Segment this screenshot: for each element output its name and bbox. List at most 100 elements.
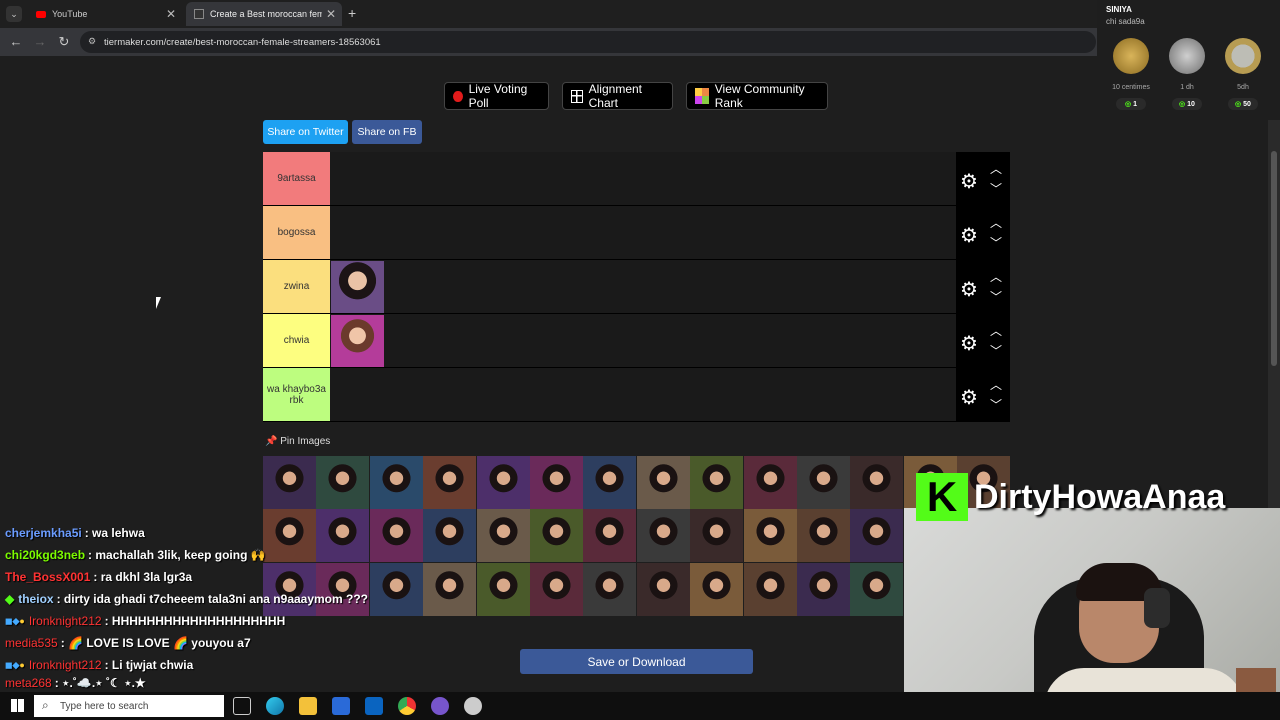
tier-controls: ⚙ ︿ ﹀ [956,260,1010,313]
gear-icon[interactable]: ⚙ [960,169,978,194]
pool-image[interactable] [636,509,690,563]
windows-icon[interactable] [11,699,24,712]
search-icon: ⌕ [42,698,49,712]
chevron-up-icon[interactable]: ︿ [990,376,1002,393]
pool-image[interactable] [369,456,423,509]
diamond-badge-icon: ◆ [5,592,15,606]
pool-image[interactable] [316,456,370,509]
tier-row: zwina ⚙ ︿ ﹀ [263,260,1010,314]
pool-image[interactable] [530,509,583,563]
coin-count-value: 50 [1243,100,1251,108]
tier-item-image[interactable] [331,315,384,367]
tab-youtube[interactable]: YouTube ✕ [28,2,182,26]
pool-image[interactable] [476,562,530,616]
pin-label: Pin Images [280,436,331,447]
pool-image[interactable] [743,562,797,616]
chevron-down-icon[interactable]: ﹀ [990,288,1002,305]
forward-icon[interactable]: → [28,34,52,49]
pool-image[interactable] [636,456,690,509]
chat-text: : machallah 3lik, keep going 🙌 [88,548,266,562]
pool-image[interactable] [530,456,583,509]
tier-label[interactable]: chwia [263,314,330,367]
pool-image[interactable] [797,509,850,563]
outlook-icon[interactable] [365,697,383,715]
close-icon[interactable]: ✕ [326,7,336,21]
chat-text: : Li tjwjat chwia [104,658,194,672]
app-icon[interactable] [464,697,482,715]
tab-tiermaker[interactable]: Create a Best moroccan female ✕ [186,2,342,26]
gear-icon[interactable]: ⚙ [960,331,978,356]
chevron-down-icon[interactable]: ﹀ [990,342,1002,359]
overlay-title: SINIYA [1106,5,1132,14]
pool-image[interactable] [476,456,530,509]
new-tab-button[interactable]: + [348,5,356,21]
chat-message: ◼◆● Ironknight212 : Li tjwjat chwia [0,654,380,676]
pool-image[interactable] [743,509,797,563]
task-view-icon[interactable] [233,697,251,715]
pool-image[interactable] [583,456,637,509]
live-voting-button[interactable]: Live Voting Poll [444,82,549,110]
url-field[interactable]: ⚙ tiermaker.com/create/best-moroccan-fem… [80,31,1096,53]
chevron-down-icon[interactable]: ﹀ [990,234,1002,251]
tier-label[interactable]: wa khaybo3a rbk [263,368,330,421]
chrome-icon[interactable] [398,697,416,715]
tier-item-image[interactable] [331,261,384,313]
reload-icon[interactable]: ↻ [52,34,76,50]
site-info-icon[interactable]: ⚙ [88,36,96,47]
chevron-down-icon[interactable]: ﹀ [990,180,1002,197]
obs-icon[interactable] [431,697,449,715]
chevron-up-icon[interactable]: ︿ [990,268,1002,285]
pool-image[interactable] [797,562,850,616]
chat-user: media535 [5,636,58,650]
pool-image[interactable] [263,456,316,509]
pool-image[interactable] [636,562,690,616]
pool-image[interactable] [797,456,850,509]
pool-image[interactable] [690,509,744,563]
address-bar-row: ← → ↻ ⚙ tiermaker.com/create/best-morocc… [0,28,1100,56]
pool-image[interactable] [423,456,477,509]
close-icon[interactable]: ✕ [166,7,176,21]
store-icon[interactable] [332,697,350,715]
pool-image[interactable] [530,562,583,616]
chat-text: : HHHHHHHHHHHHHHHHHHHH [104,614,286,628]
color-grid-icon [695,88,709,104]
chevron-up-icon[interactable]: ︿ [990,214,1002,231]
pool-image[interactable] [850,509,904,563]
pool-image[interactable] [423,509,477,563]
gear-icon[interactable]: ⚙ [960,277,978,302]
chevron-up-icon[interactable]: ︿ [990,160,1002,177]
tab-list-icon[interactable]: ⌄ [6,6,22,22]
pool-image[interactable] [583,562,637,616]
share-fb-button[interactable]: Share on FB [352,120,422,144]
tier-label[interactable]: bogossa [263,206,330,259]
chevron-up-icon[interactable]: ︿ [990,322,1002,339]
tier-row: wa khaybo3a rbk ⚙ ︿ ﹀ [263,368,1010,422]
gear-icon[interactable]: ⚙ [960,385,978,410]
share-twitter-button[interactable]: Share on Twitter [263,120,348,144]
pool-image[interactable] [850,456,904,509]
pool-image[interactable] [476,509,530,563]
scrollbar-thumb[interactable] [1271,151,1277,366]
chevron-down-icon[interactable]: ﹀ [990,396,1002,413]
pool-image[interactable] [743,456,797,509]
search-placeholder: Type here to search [60,700,149,712]
back-icon[interactable]: ← [4,34,28,49]
tier-label[interactable]: 9artassa [263,152,330,205]
community-rank-button[interactable]: View Community Rank [686,82,828,110]
tier-controls: ⚙ ︿ ﹀ [956,152,1010,205]
gear-icon[interactable]: ⚙ [960,223,978,248]
pool-image[interactable] [423,562,477,616]
chat-user: The_BossX001 [5,570,91,584]
alignment-chart-button[interactable]: Alignment Chart [562,82,673,110]
tier-label[interactable]: zwina [263,260,330,313]
edge-icon[interactable] [266,697,284,715]
pool-image[interactable] [583,509,637,563]
save-download-button[interactable]: Save or Download [520,649,753,674]
pool-image[interactable] [690,562,744,616]
pool-image[interactable] [690,456,744,509]
pool-image[interactable] [850,562,904,616]
taskbar-search[interactable]: ⌕ Type here to search [34,695,224,717]
pin-images-toggle[interactable]: 📌 Pin Images [265,436,330,447]
file-explorer-icon[interactable] [299,697,317,715]
tier-controls: ⚙ ︿ ﹀ [956,206,1010,259]
